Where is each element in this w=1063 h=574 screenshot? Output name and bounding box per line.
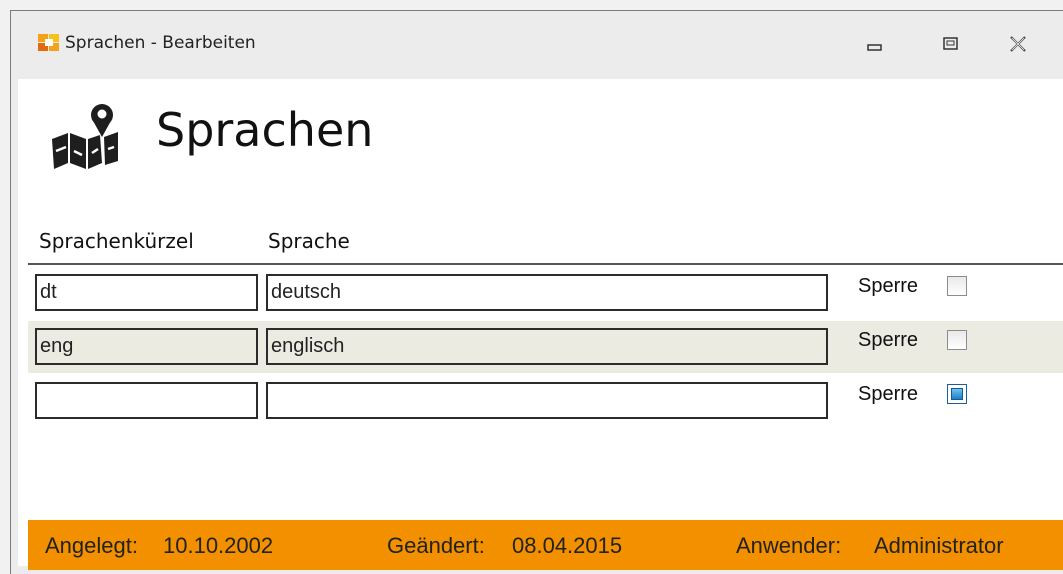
column-header-language: Sprache (268, 229, 350, 253)
lock-label: Sperre (858, 383, 919, 405)
column-header-code: Sprachenkürzel (39, 229, 194, 253)
user-label: Anwender: (736, 533, 842, 558)
map-pin-icon (52, 104, 118, 169)
window-title: Sprachen - Bearbeiten (65, 33, 256, 53)
lock-checkbox[interactable] (947, 330, 967, 350)
app-icon (38, 34, 59, 51)
close-icon[interactable] (1003, 29, 1033, 59)
language-code-field[interactable]: eng (35, 328, 258, 365)
page-title: Sprachen (156, 103, 374, 157)
lock-checkbox[interactable] (947, 384, 967, 404)
changed-value: 08.04.2015 (512, 533, 623, 558)
lock-label: Sperre (858, 275, 919, 297)
language-name-field[interactable]: englisch (266, 328, 828, 365)
changed-label: Geändert: (387, 533, 485, 558)
language-name-field[interactable] (266, 382, 828, 419)
table-row: Sperre (28, 375, 1063, 427)
lock-checkbox[interactable] (947, 276, 967, 296)
title-bar[interactable]: Sprachen - Bearbeiten (11, 11, 1063, 79)
minimize-icon[interactable] (859, 29, 889, 59)
header-divider (28, 263, 1063, 265)
dialog-content: Sprachen Sprachenkürzel Sprache dt deuts… (18, 79, 1063, 570)
maximize-icon[interactable] (936, 29, 966, 59)
language-name-field[interactable]: deutsch (266, 274, 828, 311)
dialog-window: Sprachen - Bearbeiten Sprachen Sprachenk… (10, 10, 1063, 574)
table-row: dt deutsch Sperre (28, 267, 1063, 319)
language-code-field[interactable]: dt (35, 274, 258, 311)
status-footer: Angelegt: 10.10.2002 Geändert: 08.04.201… (28, 520, 1063, 570)
user-value: Administrator (874, 533, 1004, 558)
created-label: Angelegt: (45, 533, 138, 558)
table-row: eng englisch Sperre (28, 321, 1063, 373)
language-code-field[interactable] (35, 382, 258, 419)
created-value: 10.10.2002 (163, 533, 274, 558)
lock-label: Sperre (858, 329, 919, 351)
